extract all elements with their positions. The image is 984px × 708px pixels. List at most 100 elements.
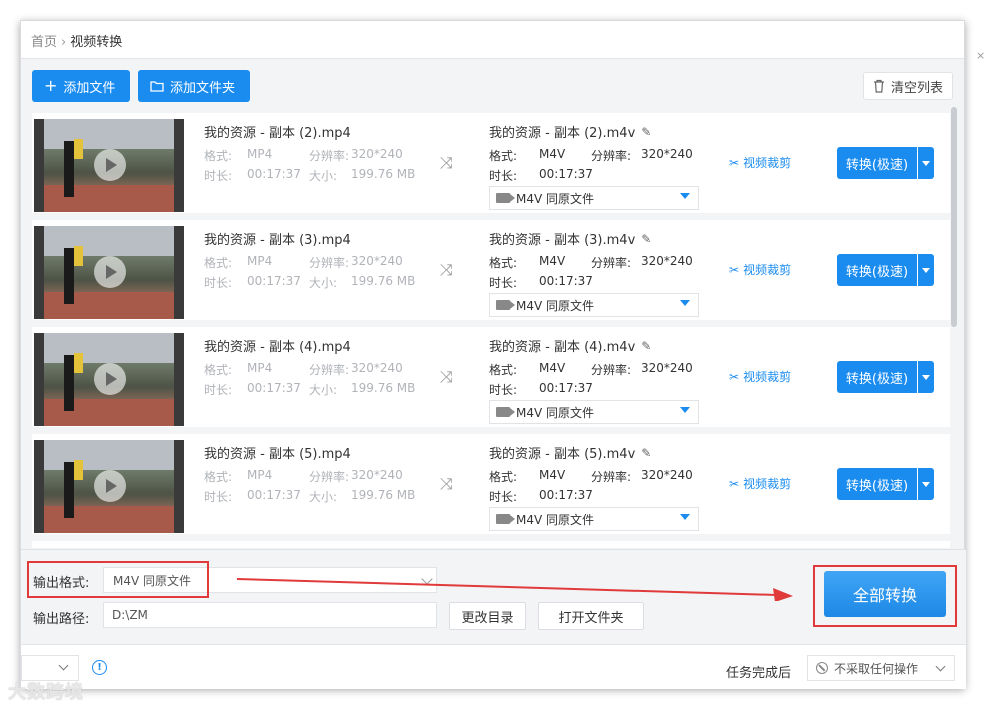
play-icon[interactable] bbox=[94, 256, 126, 288]
highlight-box bbox=[27, 561, 209, 598]
convert-fast-button[interactable]: 转换(极速) bbox=[837, 361, 917, 393]
clear-list-button[interactable]: 清空列表 bbox=[863, 72, 953, 100]
resolution-label: 分辨率: bbox=[309, 149, 350, 163]
arrow-annotation bbox=[237, 578, 793, 601]
play-icon[interactable] bbox=[94, 363, 126, 395]
crop-video-link[interactable]: ✂ 视频裁剪 bbox=[729, 261, 791, 278]
output-settings-panel: 输出格式: M4V 同原文件 输出路径: D:\ZM 更改目录 打开文件夹 全部… bbox=[21, 549, 966, 644]
crop-video-link[interactable]: ✂ 视频裁剪 bbox=[729, 154, 791, 171]
convert-options-dropdown[interactable] bbox=[918, 361, 934, 393]
output-file-name: 我的资源 - 副本 (5).m4v ✎ bbox=[489, 443, 651, 463]
duration-label: 时长: bbox=[204, 169, 233, 183]
play-icon[interactable] bbox=[94, 149, 126, 181]
duration-label: 时长: bbox=[204, 490, 233, 504]
crop-video-link[interactable]: ✂ 视频裁剪 bbox=[729, 368, 791, 385]
source-resolution: 320*240 bbox=[351, 361, 403, 375]
info-icon[interactable]: ! bbox=[92, 660, 107, 675]
scissors-icon: ✂ bbox=[729, 476, 740, 491]
highlight-box bbox=[813, 565, 957, 627]
convert-fast-button[interactable]: 转换(极速) bbox=[837, 147, 917, 179]
play-icon[interactable] bbox=[94, 470, 126, 502]
pencil-icon[interactable]: ✎ bbox=[641, 446, 651, 460]
caret-down-icon bbox=[680, 407, 690, 413]
caret-down-icon bbox=[680, 514, 690, 520]
resolution-label: 分辨率: bbox=[309, 256, 350, 270]
video-thumbnail[interactable] bbox=[34, 333, 184, 426]
output-path-input[interactable]: D:\ZM bbox=[103, 602, 437, 628]
convert-fast-button[interactable]: 转换(极速) bbox=[837, 468, 917, 500]
list-item: 我的资源 - 副本 (5).mp4 格式: MP4 分辨率: 320*240 时… bbox=[32, 434, 950, 534]
output-resolution: 320*240 bbox=[641, 254, 693, 268]
video-thumbnail[interactable] bbox=[34, 440, 184, 533]
size-label: 大小: bbox=[309, 276, 338, 290]
breadcrumb-home[interactable]: 首页 bbox=[31, 35, 57, 50]
size-label: 大小: bbox=[309, 383, 338, 397]
output-format-option: M4V 同原文件 bbox=[516, 298, 595, 313]
caret-down-icon bbox=[680, 193, 690, 199]
source-duration: 00:17:37 bbox=[247, 274, 301, 288]
source-resolution: 320*240 bbox=[351, 468, 403, 482]
size-label: 大小: bbox=[309, 169, 338, 183]
output-format-select[interactable]: M4V 同原文件 bbox=[489, 400, 699, 424]
shuffle-icon: ⤨ bbox=[440, 153, 453, 172]
convert-options-dropdown[interactable] bbox=[918, 468, 934, 500]
convert-options-dropdown[interactable] bbox=[918, 147, 934, 179]
video-camera-icon bbox=[496, 514, 515, 524]
list-item: 我的资源 - 副本 (2).mp4 格式: MP4 分辨率: 320*240 时… bbox=[32, 113, 950, 213]
video-camera-icon bbox=[496, 193, 515, 203]
output-format-select[interactable]: M4V 同原文件 bbox=[489, 507, 699, 531]
scissors-icon: ✂ bbox=[729, 262, 740, 277]
video-camera-icon bbox=[496, 300, 515, 310]
scissors-icon: ✂ bbox=[729, 369, 740, 384]
convert-fast-button[interactable]: 转换(极速) bbox=[837, 254, 917, 286]
resolution-label: 分辨率: bbox=[591, 363, 632, 377]
duration-label: 时长: bbox=[489, 169, 518, 183]
folder-icon bbox=[150, 81, 164, 92]
output-resolution: 320*240 bbox=[641, 147, 693, 161]
output-format-select[interactable]: M4V 同原文件 bbox=[489, 186, 699, 210]
format-label: 格式: bbox=[489, 363, 518, 377]
add-file-button[interactable]: + 添加文件 bbox=[32, 70, 130, 102]
size-label: 大小: bbox=[309, 490, 338, 504]
output-format-select[interactable]: M4V 同原文件 bbox=[489, 293, 699, 317]
format-label: 格式: bbox=[204, 256, 233, 270]
output-file-name: 我的资源 - 副本 (4).m4v ✎ bbox=[489, 336, 651, 356]
status-bar: ! 任务完成后 不采取任何操作 bbox=[21, 644, 966, 689]
source-duration: 00:17:37 bbox=[247, 167, 301, 181]
add-folder-button[interactable]: 添加文件夹 bbox=[138, 70, 250, 102]
output-file-name-text: 我的资源 - 副本 (4).m4v bbox=[489, 340, 636, 355]
video-thumbnail[interactable] bbox=[34, 226, 184, 319]
list-scrollbar[interactable] bbox=[951, 107, 957, 327]
close-icon[interactable]: × bbox=[976, 49, 984, 62]
output-file-name: 我的资源 - 副本 (2).m4v ✎ bbox=[489, 122, 651, 142]
output-resolution: 320*240 bbox=[641, 361, 693, 375]
source-format: MP4 bbox=[247, 147, 273, 161]
clear-list-label: 清空列表 bbox=[890, 80, 943, 96]
pencil-icon[interactable]: ✎ bbox=[641, 232, 651, 246]
app-window: 首页 › 视频转换 × + 添加文件 添加文件夹 清空列表 我的资源 - 副本 (2… bbox=[20, 20, 984, 689]
after-task-select[interactable]: 不采取任何操作 bbox=[807, 655, 955, 681]
change-directory-button[interactable]: 更改目录 bbox=[449, 602, 526, 630]
chevron-down-icon bbox=[935, 661, 946, 672]
source-resolution: 320*240 bbox=[351, 147, 403, 161]
crop-video-link[interactable]: ✂ 视频裁剪 bbox=[729, 475, 791, 492]
open-folder-button[interactable]: 打开文件夹 bbox=[538, 602, 644, 630]
ban-icon bbox=[816, 662, 828, 674]
output-format: M4V bbox=[539, 468, 566, 482]
output-format: M4V bbox=[539, 254, 566, 268]
source-resolution: 320*240 bbox=[351, 254, 403, 268]
output-duration: 00:17:37 bbox=[539, 274, 593, 288]
pencil-icon[interactable]: ✎ bbox=[641, 125, 651, 139]
file-list: 我的资源 - 副本 (2).mp4 格式: MP4 分辨率: 320*240 时… bbox=[32, 113, 950, 548]
breadcrumb: 首页 › 视频转换 bbox=[21, 21, 964, 59]
video-thumbnail[interactable] bbox=[34, 119, 184, 212]
duration-label: 时长: bbox=[489, 383, 518, 397]
shuffle-icon: ⤨ bbox=[440, 260, 453, 279]
convert-options-dropdown[interactable] bbox=[918, 254, 934, 286]
output-format-option: M4V 同原文件 bbox=[516, 512, 595, 527]
pencil-icon[interactable]: ✎ bbox=[641, 339, 651, 353]
crop-video-label: 视频裁剪 bbox=[743, 370, 792, 384]
watermark-text: 大数跨境 bbox=[8, 682, 84, 703]
format-label: 格式: bbox=[204, 149, 233, 163]
breadcrumb-current: 视频转换 bbox=[70, 35, 123, 50]
